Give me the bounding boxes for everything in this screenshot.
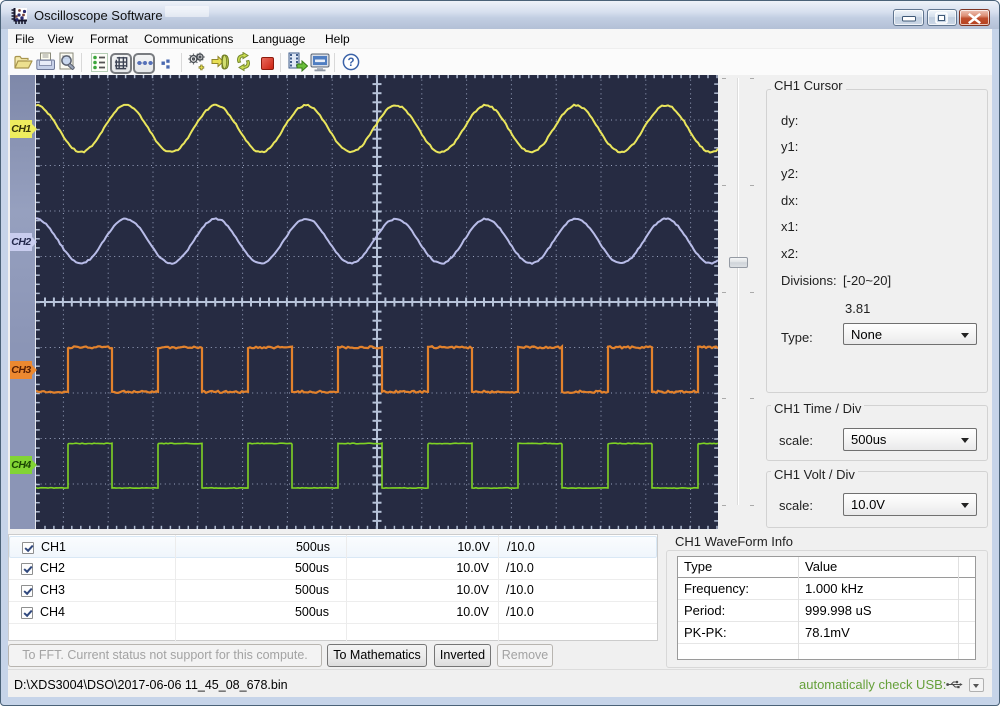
svg-text:?: ? [347, 57, 354, 69]
